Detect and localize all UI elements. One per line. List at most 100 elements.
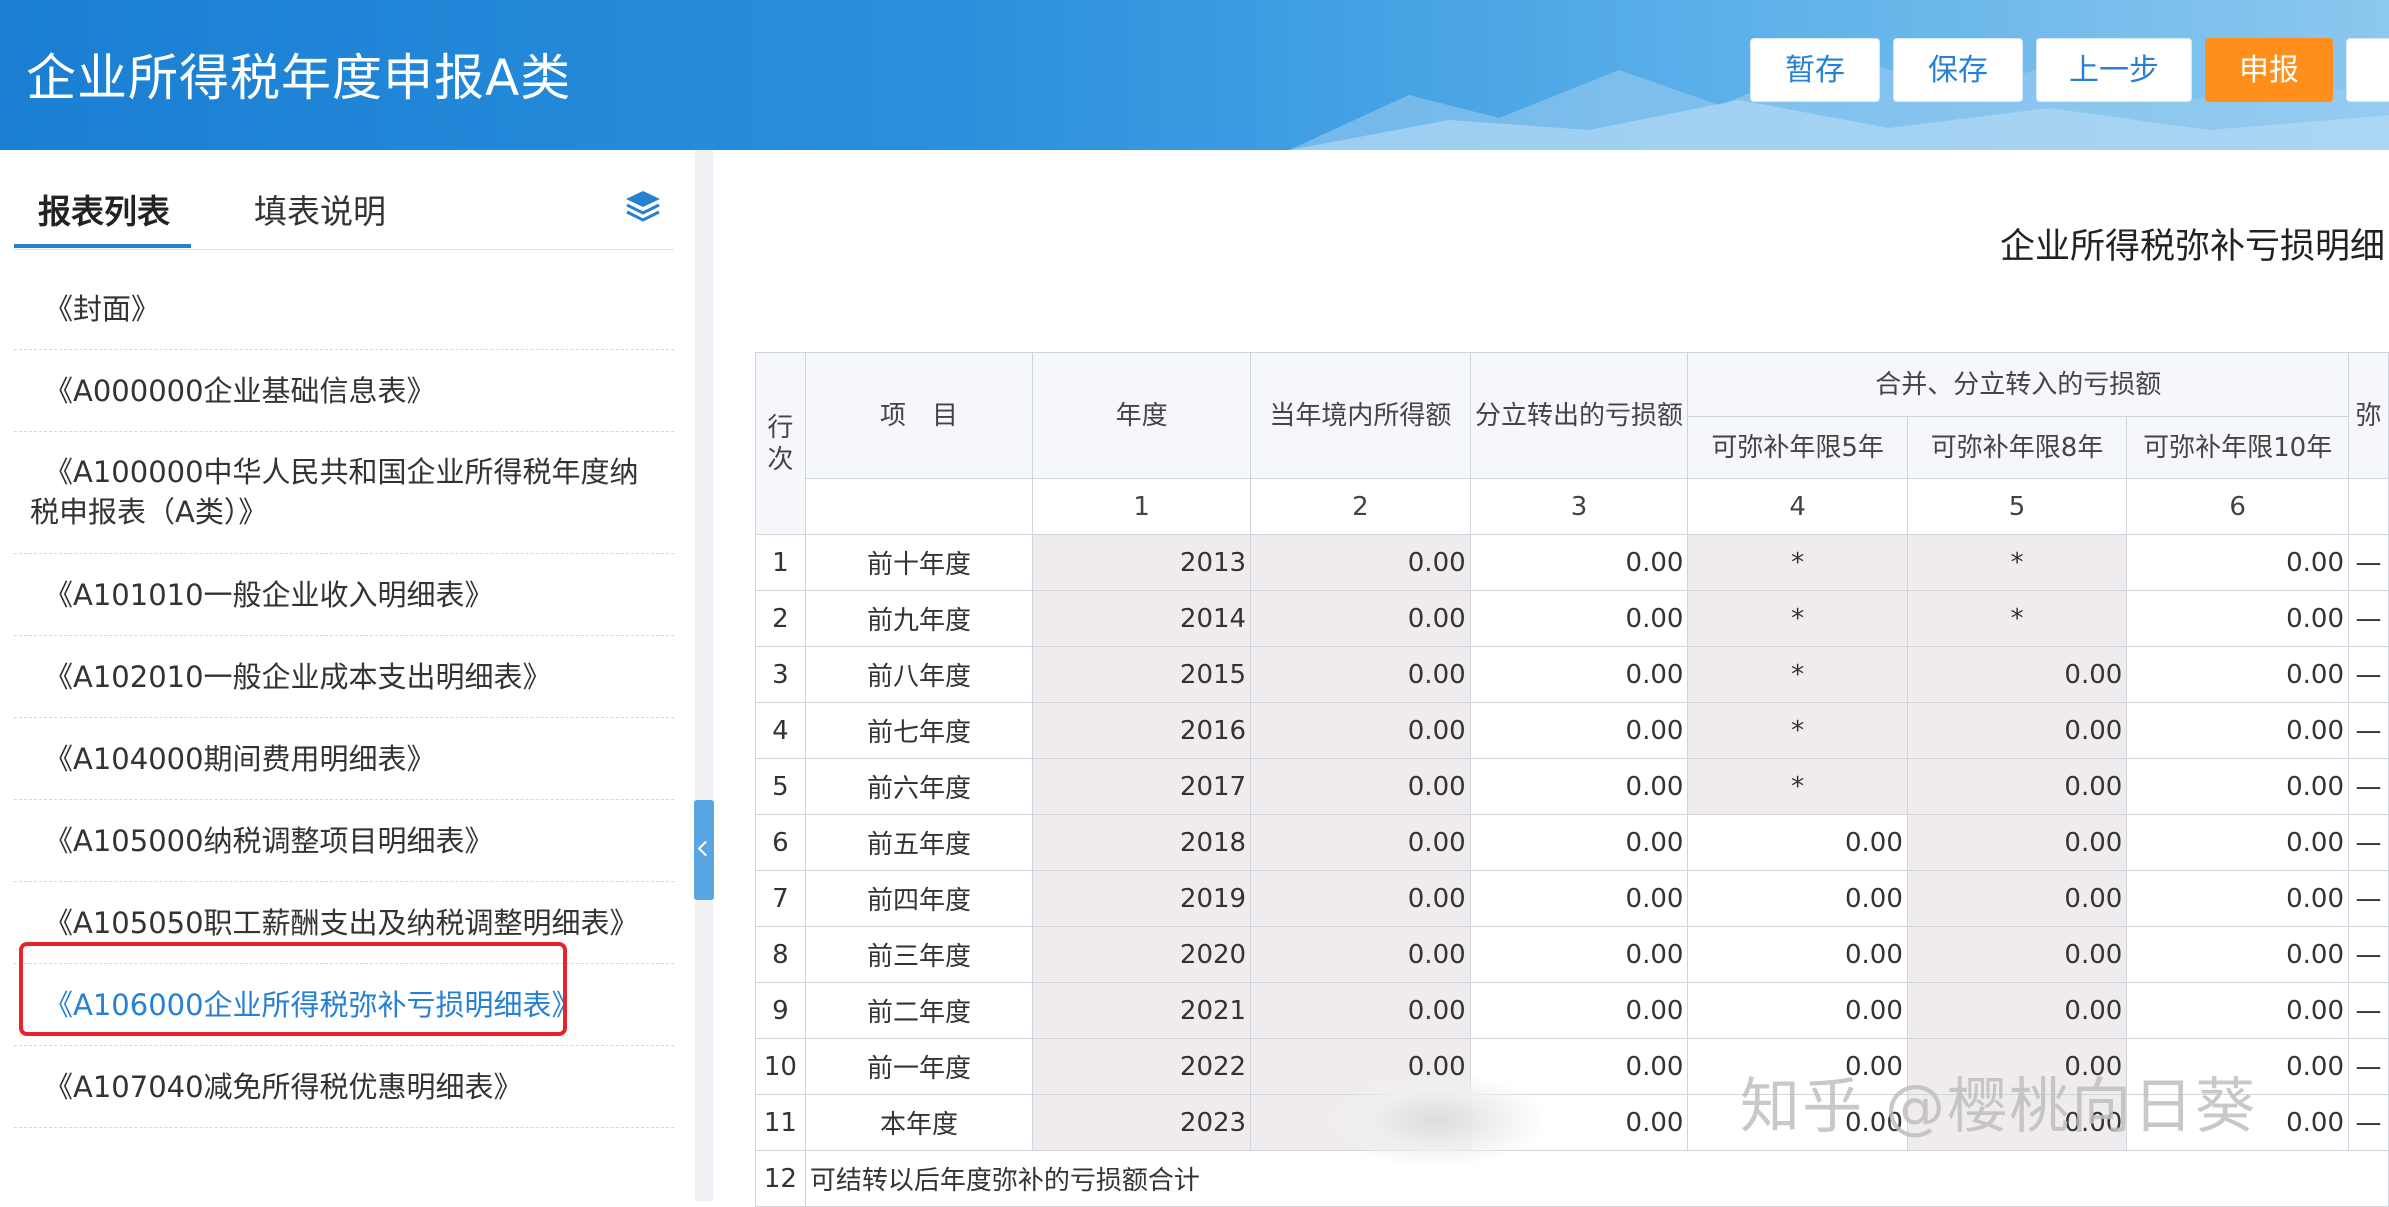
row-limit5-cell[interactable]: 0.00 [1687, 926, 1908, 983]
row-limit8-cell[interactable]: 0.00 [1906, 1094, 2128, 1151]
save-draft-button[interactable]: 暂存 [1750, 38, 1880, 102]
row-limit10-input[interactable]: 0.00 [2126, 534, 2350, 591]
row-limit5-cell: * [1687, 758, 1908, 815]
tab-form-list[interactable]: 报表列表 [38, 185, 170, 233]
page-title: 企业所得税弥补亏损明细 [2000, 227, 2386, 267]
row-limit8-cell[interactable]: 0.00 [1906, 982, 2128, 1039]
form-item-a100000[interactable]: 《A100000中华人民共和国企业所得税年度纳 税申报表（A类）》 [14, 432, 674, 554]
form-item-cover[interactable]: 《封面》 [14, 268, 674, 350]
form-item-a102010[interactable]: 《A102010一般企业成本支出明细表》 [14, 636, 674, 718]
row-limit8-cell[interactable]: 0.00 [1906, 926, 2128, 983]
row-next-col-partial: — [2348, 1038, 2389, 1095]
form-item-a106000[interactable]: 《A106000企业所得税弥补亏损明细表》 [14, 964, 674, 1046]
row-limit10-input[interactable]: 0.00 [2126, 870, 2350, 927]
row-limit8-cell[interactable]: 0.00 [1906, 814, 2128, 871]
col-num-1: 1 [1032, 478, 1252, 535]
row-year-cell: 2014 [1032, 590, 1252, 647]
header-year: 年度 [1032, 352, 1252, 479]
header-next-col-partial: 弥 [2348, 352, 2389, 479]
loss-carryforward-table: 行次 项 目 年度 当年境内所得额 分立转出的亏损额 合并、分立转入的亏损额 弥… [755, 352, 2389, 1207]
row-limit10-input[interactable]: 0.00 [2126, 590, 2350, 647]
row-income-cell: 0.00 [1250, 646, 1471, 703]
row-limit5-cell[interactable]: 0.00 [1687, 870, 1908, 927]
row-limit5-cell: * [1687, 702, 1908, 759]
row-split-out-input[interactable]: 0.00 [1469, 758, 1689, 815]
app-title: 企业所得税年度申报A类 [26, 49, 572, 107]
form-item-a101010[interactable]: 《A101010一般企业收入明细表》 [14, 554, 674, 636]
row-split-out-input[interactable]: 0.00 [1469, 590, 1689, 647]
header-limit-5: 可弥补年限5年 [1687, 416, 1908, 479]
col-num-partial [2348, 478, 2389, 535]
row-next-col-partial: — [2348, 870, 2389, 927]
table-row: 7 前四年度 2019 0.00 0.00 0.00 0.00 0.00— [755, 870, 2389, 927]
form-item-a105000[interactable]: 《A105000纳税调整项目明细表》 [14, 800, 674, 882]
row-next-col-partial: — [2348, 702, 2389, 759]
form-item-label: 《A101010一般企业收入明细表》 [44, 578, 494, 612]
sidebar-splitter [695, 150, 713, 1201]
header-limit-8: 可弥补年限8年 [1906, 416, 2128, 479]
row-limit5-cell: * [1687, 646, 1908, 703]
table-row: 5 前六年度 2017 0.00 0.00 * 0.00 0.00— [755, 758, 2389, 815]
table-body: 1 前十年度 2013 0.00 0.00 * * 0.00—2 前九年度 2014 0.00 0.0… [755, 534, 2389, 1151]
row-limit10-input[interactable]: 0.00 [2126, 926, 2350, 983]
row-limit5-cell[interactable]: 0.00 [1687, 1094, 1908, 1151]
submit-button[interactable]: 申报 [2205, 38, 2333, 102]
row-year-cell: 2018 [1032, 814, 1252, 871]
tab-fill-instructions[interactable]: 填表说明 [254, 185, 386, 233]
row-next-col-partial: — [2348, 646, 2389, 703]
col-num-3: 3 [1469, 478, 1689, 535]
row-limit10-input[interactable]: 0.00 [2126, 1038, 2350, 1095]
row-no-cell: 3 [755, 646, 806, 703]
row-split-out-input[interactable]: 0.00 [1469, 1094, 1689, 1151]
row-limit5-cell[interactable]: 0.00 [1687, 982, 1908, 1039]
row-split-out-input[interactable]: 0.00 [1469, 926, 1689, 983]
row-limit8-cell[interactable]: 0.00 [1906, 702, 2128, 759]
row-split-out-input[interactable]: 0.00 [1469, 870, 1689, 927]
form-item-label: 《A000000企业基础信息表》 [44, 374, 436, 408]
form-item-a107040[interactable]: 《A107040减免所得税优惠明细表》 [14, 1046, 674, 1128]
row-next-col-partial: — [2348, 814, 2389, 871]
table-row: 2 前九年度 2014 0.00 0.00 * * 0.00— [755, 590, 2389, 647]
row-limit8-cell[interactable]: 0.00 [1906, 1038, 2128, 1095]
row-limit8-cell: * [1906, 590, 2128, 647]
layers-icon[interactable] [623, 188, 663, 224]
row-split-out-input[interactable]: 0.00 [1469, 702, 1689, 759]
form-item-a000000[interactable]: 《A000000企业基础信息表》 [14, 350, 674, 432]
header-income: 当年境内所得额 [1250, 352, 1471, 479]
header-limit-10: 可弥补年限10年 [2126, 416, 2350, 479]
row-split-out-input[interactable]: 0.00 [1469, 534, 1689, 591]
form-item-label: 《A100000中华人民共和国企业所得税年度纳 [44, 455, 639, 489]
col-num-5: 5 [1906, 478, 2128, 535]
app-header: 企业所得税年度申报A类 暂存 保存 上一步 申报 [0, 0, 2389, 150]
row-limit8-cell[interactable]: 0.00 [1906, 758, 2128, 815]
row-limit10-input[interactable]: 0.00 [2126, 702, 2350, 759]
collapse-sidebar-button[interactable] [694, 800, 714, 900]
next-button-partial[interactable] [2346, 38, 2389, 102]
row-split-out-input[interactable]: 0.00 [1469, 982, 1689, 1039]
row-split-out-input[interactable]: 0.00 [1469, 646, 1689, 703]
row-limit10-input[interactable]: 0.00 [2126, 814, 2350, 871]
row-limit5-cell[interactable]: 0.00 [1687, 814, 1908, 871]
save-button[interactable]: 保存 [1893, 38, 2023, 102]
row-limit8-cell[interactable]: 0.00 [1906, 646, 2128, 703]
row-limit5-cell[interactable]: 0.00 [1687, 1038, 1908, 1095]
row-limit10-input[interactable]: 0.00 [2126, 646, 2350, 703]
row-split-out-input[interactable]: 0.00 [1469, 814, 1689, 871]
form-item-label: 《A105000纳税调整项目明细表》 [44, 824, 494, 858]
form-item-a104000[interactable]: 《A104000期间费用明细表》 [14, 718, 674, 800]
row-split-out-input[interactable]: 0.00 [1469, 1038, 1689, 1095]
row-limit10-input[interactable]: 0.00 [2126, 982, 2350, 1039]
row-no-cell: 7 [755, 870, 806, 927]
row-no-cell: 2 [755, 590, 806, 647]
row-limit8-cell: * [1906, 534, 2128, 591]
row-no-cell: 8 [755, 926, 806, 983]
form-item-a105050[interactable]: 《A105050职工薪酬支出及纳税调整明细表》 [14, 882, 674, 964]
row-item-cell: 前四年度 [804, 870, 1034, 927]
table-row: 9 前二年度 2021 0.00 0.00 0.00 0.00 0.00— [755, 982, 2389, 1039]
row-limit8-cell[interactable]: 0.00 [1906, 870, 2128, 927]
active-tab-indicator [14, 244, 191, 248]
row-income-cell: 0.00 [1250, 870, 1471, 927]
previous-step-button[interactable]: 上一步 [2036, 38, 2192, 102]
row-limit10-input[interactable]: 0.00 [2126, 758, 2350, 815]
row-limit10-input[interactable]: 0.00 [2126, 1094, 2350, 1151]
